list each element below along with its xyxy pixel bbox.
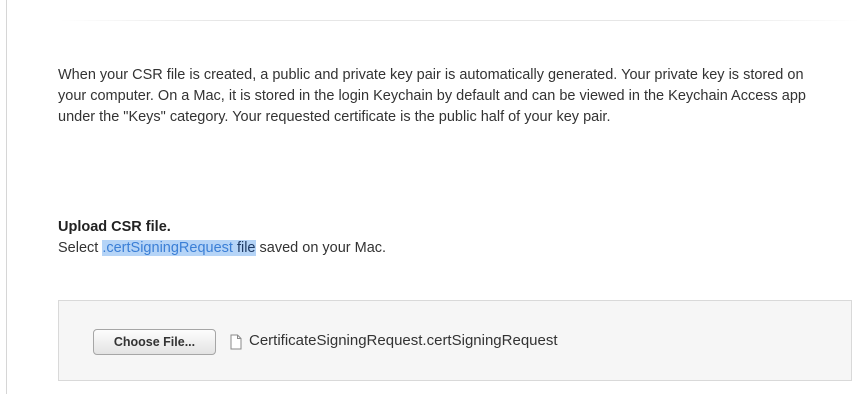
upload-instruction: Select .certSigningRequest file saved on… [58,240,386,256]
file-upload-box: Choose File... CertificateSigningRequest… [58,300,852,381]
upload-title: Upload CSR file. [58,219,171,235]
highlight-file-word: file [232,240,256,256]
selected-file-name: CertificateSigningRequest.certSigningReq… [249,332,558,349]
instruction-suffix: saved on your Mac. [255,240,387,256]
left-border [6,0,7,394]
instruction-prefix: Select [58,240,103,256]
selected-text-highlight: .certSigningRequest file [102,240,256,256]
highlight-extension: .certSigningRequest [102,240,233,256]
choose-file-button[interactable]: Choose File... [93,329,216,355]
csr-upload-panel: When your CSR file is created, a public … [0,0,867,394]
intro-text: When your CSR file is created, a public … [58,67,806,125]
top-divider [60,20,860,21]
intro-section: When your CSR file is created, a public … [58,65,848,128]
document-icon [230,334,242,350]
